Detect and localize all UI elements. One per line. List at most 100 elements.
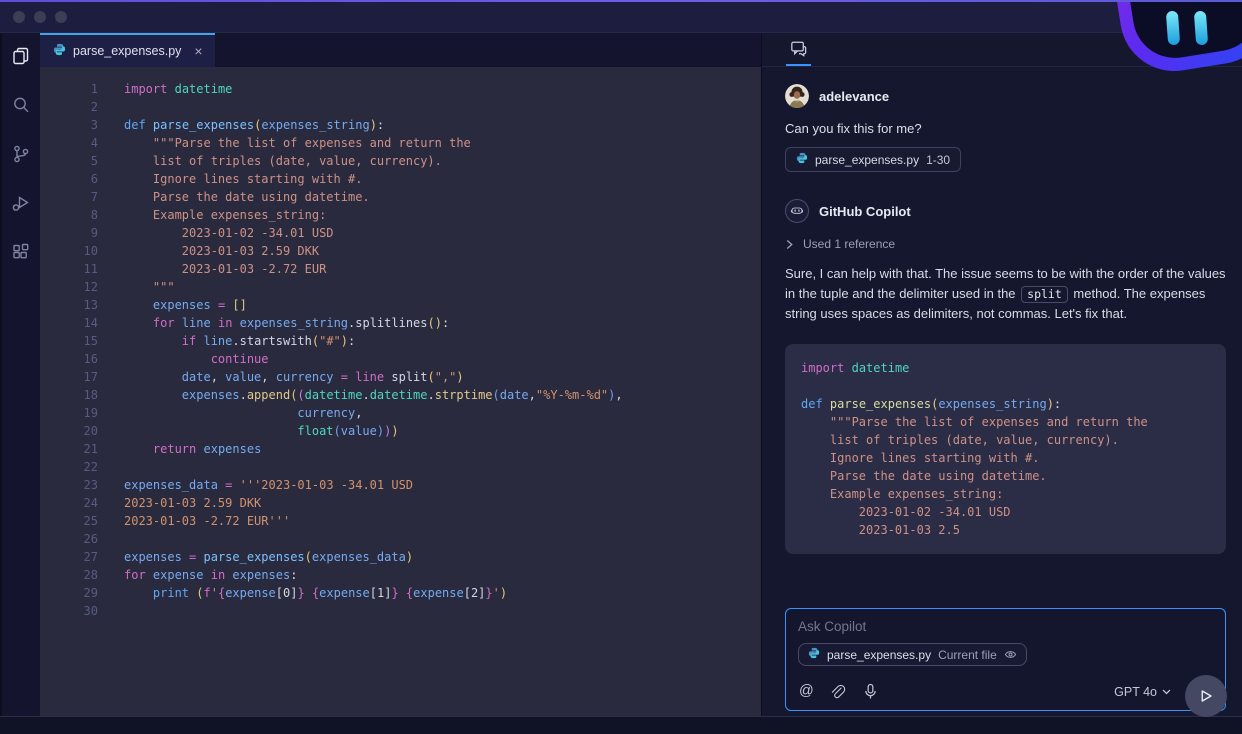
file-reference-chip[interactable]: parse_expenses.py 1-30 — [785, 147, 961, 172]
current-file-chip[interactable]: parse_expenses.py Current file — [798, 643, 1027, 666]
line-number: 4 — [40, 134, 124, 152]
used-references-toggle[interactable]: Used 1 reference — [785, 237, 1226, 251]
line-number: 12 — [40, 278, 124, 296]
status-bar — [0, 716, 1242, 734]
code-line[interactable]: 3def parse_expenses(expenses_string): — [40, 116, 761, 134]
code-line[interactable]: 1import datetime — [40, 80, 761, 98]
line-number: 18 — [40, 386, 124, 404]
line-number: 11 — [40, 260, 124, 278]
code-line[interactable]: 252023-01-03 -2.72 EUR''' — [40, 512, 761, 530]
code-line[interactable]: 18 expenses.append((datetime.datetime.st… — [40, 386, 761, 404]
line-number: 1 — [40, 80, 124, 98]
code-line[interactable]: 23expenses_data = '''2023-01-03 -34.01 U… — [40, 476, 761, 494]
chevron-right-icon — [785, 239, 794, 250]
code-line[interactable]: 26 — [40, 530, 761, 548]
code-line[interactable]: 14 for line in expenses_string.splitline… — [40, 314, 761, 332]
code-line[interactable]: 8 Example expenses_string: — [40, 206, 761, 224]
line-number: 29 — [40, 584, 124, 602]
mention-icon[interactable]: @ — [799, 684, 814, 699]
line-number: 20 — [40, 422, 124, 440]
line-number: 13 — [40, 296, 124, 314]
code-line[interactable]: 17 date, value, currency = line split(",… — [40, 368, 761, 386]
line-number: 5 — [40, 152, 124, 170]
code-line[interactable]: 5 list of triples (date, value, currency… — [40, 152, 761, 170]
code-line[interactable] — [801, 377, 1210, 395]
code-line[interactable]: 2023-01-02 -34.01 USD — [801, 503, 1210, 521]
code-line[interactable]: """Parse the list of expenses and return… — [801, 413, 1210, 431]
code-line[interactable]: 28for expense in expenses: — [40, 566, 761, 584]
main-area: parse_expenses.py × 1import datetime23de… — [0, 33, 1242, 716]
code-editor[interactable]: 1import datetime23def parse_expenses(exp… — [40, 67, 761, 716]
python-icon — [796, 152, 808, 167]
copilot-chat-panel: adelevance Can you fix this for me? pars… — [761, 33, 1242, 716]
window-close-button[interactable] — [13, 11, 25, 23]
line-number: 15 — [40, 332, 124, 350]
titlebar — [0, 2, 1242, 33]
chat-icon[interactable] — [786, 33, 811, 66]
code-line[interactable]: 10 2023-01-03 2.59 DKK — [40, 242, 761, 260]
window-minimize-button[interactable] — [34, 11, 46, 23]
code-line[interactable]: 9 2023-01-02 -34.01 USD — [40, 224, 761, 242]
code-line[interactable]: 2 — [40, 98, 761, 116]
extensions-icon[interactable] — [10, 241, 32, 263]
line-number: 7 — [40, 188, 124, 206]
line-number: 9 — [40, 224, 124, 242]
assistant-paragraph: Sure, I can help with that. The issue se… — [785, 264, 1226, 324]
line-number: 21 — [40, 440, 124, 458]
vscode-window: parse_expenses.py × 1import datetime23de… — [0, 0, 1242, 734]
code-line[interactable]: 7 Parse the date using datetime. — [40, 188, 761, 206]
code-line[interactable]: 16 continue — [40, 350, 761, 368]
code-line[interactable]: Parse the date using datetime. — [801, 467, 1210, 485]
code-line[interactable]: 6 Ignore lines starting with #. — [40, 170, 761, 188]
explorer-icon[interactable] — [10, 45, 32, 67]
python-icon — [808, 647, 820, 662]
code-line[interactable]: 20 float(value))) — [40, 422, 761, 440]
copilot-icon — [785, 199, 809, 223]
code-line[interactable]: 30 — [40, 602, 761, 620]
mic-icon[interactable] — [863, 683, 878, 700]
assistant-code-block[interactable]: import datetime def parse_expenses(expens… — [785, 344, 1226, 554]
code-line[interactable]: 4 """Parse the list of expenses and retu… — [40, 134, 761, 152]
inline-code: split — [1021, 286, 1068, 303]
model-picker[interactable]: GPT 4o — [1114, 685, 1171, 699]
attach-icon[interactable] — [830, 683, 847, 700]
code-line[interactable]: 242023-01-03 2.59 DKK — [40, 494, 761, 512]
code-line[interactable]: import datetime — [801, 359, 1210, 377]
eye-icon[interactable] — [1004, 649, 1017, 660]
code-line[interactable]: Example expenses_string: — [801, 485, 1210, 503]
code-line[interactable]: 13 expenses = [] — [40, 296, 761, 314]
send-button[interactable] — [1185, 675, 1227, 717]
run-debug-icon[interactable] — [10, 192, 32, 214]
code-line[interactable]: Ignore lines starting with #. — [801, 449, 1210, 467]
window-maximize-button[interactable] — [55, 11, 67, 23]
code-line[interactable]: 22 — [40, 458, 761, 476]
search-icon[interactable] — [10, 94, 32, 116]
line-number: 10 — [40, 242, 124, 260]
code-line[interactable]: 27expenses = parse_expenses(expenses_dat… — [40, 548, 761, 566]
chat-input-toolbar: @ GPT 4o — [799, 683, 1211, 700]
code-line[interactable]: 12 """ — [40, 278, 761, 296]
avatar — [785, 84, 809, 108]
close-icon[interactable]: × — [194, 43, 202, 59]
line-number: 16 — [40, 350, 124, 368]
activity-bar — [0, 33, 40, 716]
source-control-icon[interactable] — [10, 143, 32, 165]
chat-input-box[interactable]: Ask Copilot parse_expenses.py Current fi… — [785, 608, 1226, 711]
line-number: 17 — [40, 368, 124, 386]
chip-line-range: 1-30 — [926, 153, 950, 167]
code-line[interactable]: 21 return expenses — [40, 440, 761, 458]
code-line[interactable]: def parse_expenses(expenses_string): — [801, 395, 1210, 413]
code-line[interactable]: 2023-01-03 2.5 — [801, 521, 1210, 539]
assistant-name: GitHub Copilot — [819, 204, 911, 219]
code-line[interactable]: 15 if line.startswith("#"): — [40, 332, 761, 350]
line-number: 6 — [40, 170, 124, 188]
code-line[interactable]: 29 print (f'{expense[0]} {expense[1]} {e… — [40, 584, 761, 602]
code-line[interactable]: 19 currency, — [40, 404, 761, 422]
code-line[interactable]: 11 2023-01-03 -2.72 EUR — [40, 260, 761, 278]
tab-parse-expenses[interactable]: parse_expenses.py × — [40, 33, 215, 67]
code-line[interactable]: list of triples (date, value, currency). — [801, 431, 1210, 449]
chat-input-placeholder[interactable]: Ask Copilot — [798, 619, 1213, 634]
user-message-text: Can you fix this for me? — [785, 121, 1226, 136]
line-number: 8 — [40, 206, 124, 224]
line-number: 14 — [40, 314, 124, 332]
